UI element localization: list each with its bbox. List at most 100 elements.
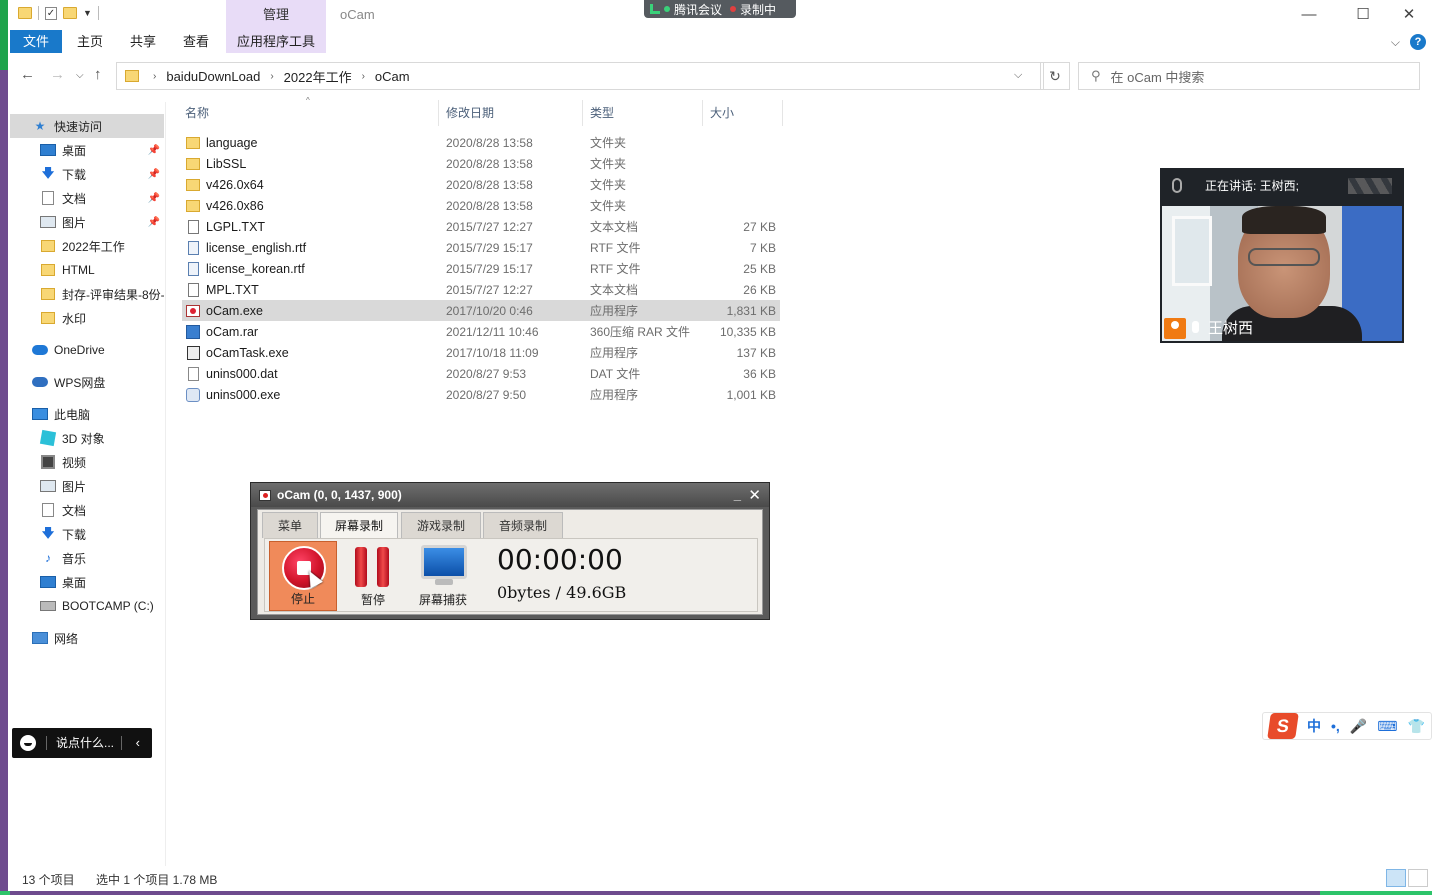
- sidebar-item-pictures[interactable]: 图片 📌: [10, 210, 164, 234]
- breadcrumb-item[interactable]: baiduDownLoad: [166, 69, 260, 84]
- ocam-close-button[interactable]: ✕: [748, 484, 761, 508]
- meeting-status-bar[interactable]: 腾讯会议 录制中: [644, 0, 796, 18]
- recent-locations-chevron-icon[interactable]: ⌵: [76, 70, 84, 81]
- search-input[interactable]: ⚲ 在 oCam 中搜索: [1078, 62, 1420, 90]
- column-header-size[interactable]: 大小: [710, 100, 734, 126]
- ime-voice-icon[interactable]: 🎤: [1350, 718, 1367, 735]
- expand-ribbon-icon[interactable]: ⌵: [1391, 35, 1400, 50]
- sidebar-item-music[interactable]: ♪ 音乐: [10, 546, 164, 570]
- ocam-tab-menu[interactable]: 菜单: [262, 512, 318, 538]
- file-row-selected[interactable]: oCam.exe 2017/10/20 0:46 应用程序 1,831 KB: [182, 300, 780, 321]
- tab-home[interactable]: 主页: [70, 30, 110, 53]
- chevron-down-icon[interactable]: ▼: [83, 8, 92, 18]
- sidebar-item-downloads-pc[interactable]: 🡇 下载: [10, 522, 164, 546]
- ime-punctuation-icon[interactable]: •,: [1331, 718, 1340, 734]
- breadcrumb-separator-icon[interactable]: ›: [270, 71, 273, 82]
- sidebar-item-bootcamp-drive[interactable]: BOOTCAMP (C:): [10, 594, 164, 618]
- file-row[interactable]: v426.0x64 2020/8/28 13:58 文件夹: [182, 174, 780, 195]
- pin-icon[interactable]: 📌: [148, 169, 160, 180]
- sidebar-item-network[interactable]: 网络: [10, 626, 164, 650]
- chat-input[interactable]: 说点什么... ‹: [12, 728, 152, 758]
- sidebar-item-3d-objects[interactable]: 3D 对象: [10, 426, 164, 450]
- tab-application-tools[interactable]: 应用程序工具: [226, 30, 326, 53]
- breadcrumb-separator-icon[interactable]: ›: [153, 71, 156, 82]
- sidebar-item-this-pc[interactable]: 此电脑: [10, 402, 164, 426]
- pin-icon[interactable]: 📌: [148, 145, 160, 156]
- breadcrumb-separator-icon[interactable]: ›: [362, 71, 365, 82]
- file-row[interactable]: unins000.dat 2020/8/27 9:53 DAT 文件 36 KB: [182, 363, 780, 384]
- back-arrow-icon[interactable]: ←: [20, 66, 35, 83]
- pause-button[interactable]: 暂停: [339, 541, 407, 611]
- sidebar-item-desktop-pc[interactable]: 桌面: [10, 570, 164, 594]
- pin-icon[interactable]: 📌: [148, 217, 160, 228]
- sidebar-item-downloads[interactable]: 🡇 下载 📌: [10, 162, 164, 186]
- sidebar-item-review-results[interactable]: 封存-评审结果-8份-: [10, 282, 164, 306]
- details-view-icon[interactable]: [1386, 869, 1406, 887]
- ocam-minimize-button[interactable]: _: [734, 483, 741, 507]
- properties-icon[interactable]: ✓: [45, 6, 57, 20]
- file-row[interactable]: language 2020/8/28 13:58 文件夹: [182, 132, 780, 153]
- file-row[interactable]: MPL.TXT 2015/7/27 12:27 文本文档 26 KB: [182, 279, 780, 300]
- stop-button[interactable]: 停止: [269, 541, 337, 611]
- ime-skin-icon[interactable]: 👕: [1407, 718, 1424, 735]
- file-row[interactable]: LibSSL 2020/8/28 13:58 文件夹: [182, 153, 780, 174]
- forward-arrow-icon[interactable]: →: [50, 66, 65, 83]
- sogou-logo-icon[interactable]: S: [1267, 713, 1299, 739]
- sidebar-item-pictures-pc[interactable]: 图片: [10, 474, 164, 498]
- breadcrumb-item[interactable]: oCam: [375, 69, 410, 84]
- breadcrumb-item[interactable]: 2022年工作: [284, 67, 352, 86]
- ocam-title-bar[interactable]: oCam (0, 0, 1437, 900) _ ✕: [251, 483, 769, 507]
- file-row[interactable]: unins000.exe 2020/8/27 9:50 应用程序 1,001 K…: [182, 384, 780, 405]
- video-call-tile[interactable]: 正在讲话: 王树西; 王树西: [1160, 168, 1404, 343]
- refresh-button[interactable]: ↻: [1040, 62, 1070, 90]
- emoji-icon[interactable]: [20, 735, 36, 751]
- column-header-type[interactable]: 类型: [590, 100, 614, 126]
- file-row[interactable]: oCamTask.exe 2017/10/18 11:09 应用程序 137 K…: [182, 342, 780, 363]
- up-arrow-icon[interactable]: ↑: [94, 66, 102, 83]
- sidebar-item-html[interactable]: HTML: [10, 258, 164, 282]
- tab-share[interactable]: 共享: [123, 30, 163, 53]
- address-bar[interactable]: › baiduDownLoad › 2022年工作 › oCam: [116, 62, 1044, 90]
- sidebar-item-watermark[interactable]: 水印: [10, 306, 164, 330]
- sidebar-item-documents-pc[interactable]: 文档: [10, 498, 164, 522]
- close-button[interactable]: ✕: [1386, 2, 1432, 28]
- address-history-chevron-icon[interactable]: ⌵: [1014, 69, 1022, 82]
- column-divider[interactable]: [582, 100, 583, 126]
- pin-icon[interactable]: 📌: [148, 193, 160, 204]
- sidebar-item-onedrive[interactable]: OneDrive: [10, 338, 164, 362]
- tab-file[interactable]: 文件: [10, 30, 62, 53]
- file-row[interactable]: license_english.rtf 2015/7/29 15:17 RTF …: [182, 237, 780, 258]
- new-folder-icon[interactable]: [63, 7, 77, 19]
- column-divider[interactable]: [782, 100, 783, 126]
- chevron-left-icon[interactable]: ‹: [136, 728, 140, 758]
- document-icon: [40, 191, 56, 205]
- sidebar-item-quick-access[interactable]: ★ 快速访问: [10, 114, 164, 138]
- sidebar-item-videos[interactable]: 视频: [10, 450, 164, 474]
- ime-chinese-mode[interactable]: 中: [1307, 716, 1321, 736]
- maximize-button[interactable]: ☐: [1340, 2, 1386, 28]
- help-icon[interactable]: ?: [1410, 34, 1426, 50]
- sidebar-item-2022-work[interactable]: 2022年工作: [10, 234, 164, 258]
- ocam-tab-game-recording[interactable]: 游戏录制: [401, 512, 481, 538]
- large-icons-view-icon[interactable]: [1408, 869, 1428, 887]
- folder-icon[interactable]: [18, 7, 32, 19]
- minimize-button[interactable]: —: [1286, 2, 1332, 28]
- sidebar-item-wps-cloud[interactable]: WPS网盘: [10, 370, 164, 394]
- column-header-date[interactable]: 修改日期: [446, 100, 494, 126]
- screen-capture-button[interactable]: 屏幕捕获: [409, 541, 477, 611]
- file-row[interactable]: oCam.rar 2021/12/11 10:46 360压缩 RAR 文件 1…: [182, 321, 780, 342]
- column-divider[interactable]: [702, 100, 703, 126]
- file-row[interactable]: v426.0x86 2020/8/28 13:58 文件夹: [182, 195, 780, 216]
- manage-contextual-tab[interactable]: 管理: [226, 0, 326, 30]
- column-header-name[interactable]: 名称: [185, 100, 209, 126]
- video-icon: [40, 455, 56, 469]
- file-row[interactable]: license_korean.rtf 2015/7/29 15:17 RTF 文…: [182, 258, 780, 279]
- ocam-tab-screen-recording[interactable]: 屏幕录制: [320, 512, 398, 538]
- column-divider[interactable]: [438, 100, 439, 126]
- sidebar-item-desktop[interactable]: 桌面 📌: [10, 138, 164, 162]
- sidebar-item-documents[interactable]: 文档 📌: [10, 186, 164, 210]
- tab-view[interactable]: 查看: [176, 30, 216, 53]
- file-row[interactable]: LGPL.TXT 2015/7/27 12:27 文本文档 27 KB: [182, 216, 780, 237]
- ime-keyboard-icon[interactable]: ⌨: [1377, 718, 1397, 735]
- ocam-tab-audio-recording[interactable]: 音频录制: [483, 512, 563, 538]
